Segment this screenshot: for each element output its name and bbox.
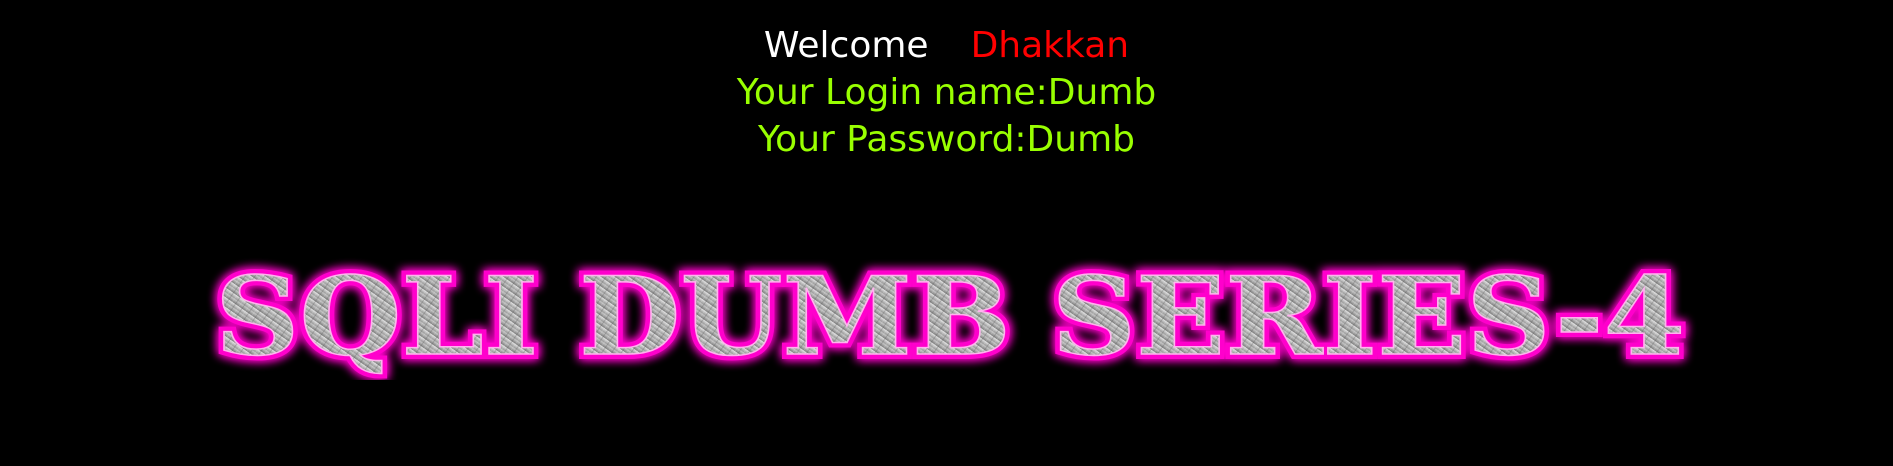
page: Welcome Dhakkan Your Login name:Dumb Your…	[0, 0, 1893, 466]
welcome-label: Welcome	[763, 25, 929, 66]
password-line: Your Password:Dumb	[757, 119, 1136, 160]
login-name-line: Your Login name:Dumb	[736, 72, 1157, 113]
banner-logo: SQLI DUMB SERIES-4 SQLI DUMB SERIES-4	[210, 250, 1690, 380]
username-label: Dhakkan	[970, 25, 1130, 66]
welcome-line: Welcome Dhakkan	[0, 22, 1893, 69]
banner-text: SQLI DUMB SERIES-4	[215, 254, 1685, 380]
login-result-panel: Welcome Dhakkan Your Login name:Dumb Your…	[0, 22, 1893, 163]
series-banner-image: SQLI DUMB SERIES-4 SQLI DUMB SERIES-4	[200, 250, 1700, 380]
